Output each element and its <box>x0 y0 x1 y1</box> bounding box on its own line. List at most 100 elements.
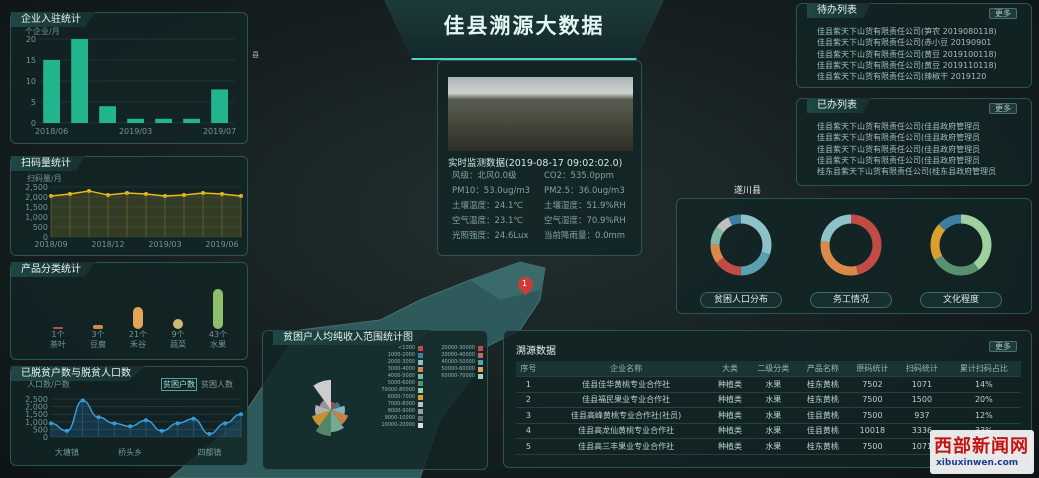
list-item[interactable]: 佳县紫天下山货有限责任公司(佳县政府管理员 <box>817 121 1025 132</box>
done-more-button[interactable]: 更多 <box>989 103 1017 114</box>
income-legend: <1000 1000-2000 2000-3000 3000-4000 4000-500… <box>367 345 487 467</box>
x-tick-label: 2019/06 <box>205 240 238 249</box>
poverty-panel: 已脱贫户数与脱贫人口数 人口数/户数 贫困户数 贫困人数 2,500 2,000 1… <box>10 366 248 466</box>
y-tick-label: 1,500 <box>25 203 48 212</box>
legend-swatch <box>418 346 423 351</box>
legend-swatch <box>478 360 483 365</box>
enterprise-panel: 企业入驻统计 个企业/月 20 15 10 5 0 2018/06 2019/03 2019/… <box>10 12 248 144</box>
legend-label: 50000-60000 <box>441 366 475 372</box>
region-label: 遂川县 <box>734 186 762 196</box>
table-cell: 2 <box>516 392 541 408</box>
list-item[interactable]: 佳县紫天下山货有限责任公司(笋农 2019080118) <box>817 26 1025 37</box>
donut-label[interactable]: 文化程度 <box>920 292 1002 308</box>
product-bar <box>173 319 183 329</box>
table-cell: 种植类 <box>711 376 749 393</box>
y-tick-label: 2,500 <box>25 183 48 192</box>
dashboard: 1 县 佳县溯源大数据 企业入驻统计 个企业/月 20 15 10 5 0 2018/06… <box>0 0 1039 478</box>
y-tick-label: 2,000 <box>25 193 48 202</box>
table-cell: 12% <box>946 407 1021 424</box>
table-row[interactable]: 2 佳县福民果业专业合作社 种植类 水果 桂东黄桃 7500 1500 20% <box>516 392 1021 408</box>
list-item[interactable]: 佳县紫天下山货有限责任公司(佳县政府管理员 <box>817 144 1025 155</box>
done-panel: 已办列表 更多 佳县紫天下山货有限责任公司(佳县政府管理员 佳县紫天下山货有限责任… <box>796 98 1032 186</box>
table-cell: 1071 <box>897 376 947 393</box>
product-bar <box>213 289 223 329</box>
x-tick-label: 2019/03 <box>119 127 152 136</box>
legend-swatch <box>478 346 483 351</box>
product-bar <box>133 307 143 329</box>
y-tick-label: 20 <box>26 35 36 44</box>
product-bars: 1个 茶叶 3个 豆腐 21个 禾谷 9个 蔬菜 43个 水果 <box>41 285 241 359</box>
table-cell: 佳县黄桃 <box>798 407 848 424</box>
table-row[interactable]: 1 佳县佳华黄桃专业合作社 种植类 水果 桂东黄桃 7502 1071 14% <box>516 376 1021 393</box>
traceability-more-button[interactable]: 更多 <box>989 341 1017 352</box>
panel-title: 企业入驻统计 <box>11 12 95 27</box>
table-cell: 7500 <box>847 407 898 424</box>
legend-label: 40000-50000 <box>441 359 475 365</box>
todo-more-button[interactable]: 更多 <box>989 8 1017 19</box>
list-item[interactable]: 佳县紫天下山货有限责任公司(佳县政府管理员 <box>817 132 1025 143</box>
product-name: 禾谷 <box>130 340 146 349</box>
list-item[interactable]: 佳县紫天下山货有限责任公司(黄豆 2019100118) <box>817 49 1025 60</box>
x-tick-label: 桥头乡 <box>118 447 142 457</box>
legend-swatch <box>418 381 423 386</box>
table-cell: 水果 <box>748 438 799 455</box>
list-item[interactable]: 佳县紫天下山货有限责任公司(黄豆 2019110118) <box>817 60 1025 71</box>
panel-title: 贫困户人均纯收入范围统计图 <box>273 330 431 345</box>
legend-label: 9000-10000 <box>384 415 415 421</box>
map-marker-label: 1 <box>522 279 528 288</box>
panel-title: 待办列表 <box>807 3 871 18</box>
monitor-reading: 土壤湿度：51.9%RH <box>544 201 626 211</box>
column-header: 二级分类 <box>748 361 799 377</box>
y-tick-label: 0 <box>43 433 48 442</box>
table-cell: 937 <box>897 407 947 424</box>
legend-swatch <box>418 367 423 372</box>
table-cell: 1 <box>516 376 541 393</box>
monitor-reading: 光照强度：24.6Lux <box>452 231 529 241</box>
table-cell: 桂东黄桃 <box>798 376 848 393</box>
monitor-reading: 空气湿度：70.9%RH <box>544 216 626 226</box>
column-header: 累计扫码占比 <box>946 361 1021 377</box>
panel-title: 扫码量统计 <box>11 156 85 171</box>
table-cell: 水果 <box>748 376 799 393</box>
legend-label: 20000-40000 <box>441 352 475 358</box>
donut-label[interactable]: 贫困人口分布 <box>700 292 782 308</box>
list-item[interactable]: 佳县紫天下山货有限责任公司(赤小豆 20190901 <box>817 37 1025 48</box>
table-cell: 佳县高龙仙黄桃专业合作社 <box>540 423 712 439</box>
table-cell: 佳县黄桃 <box>798 423 848 439</box>
legend-swatch <box>478 374 483 379</box>
product-name: 茶叶 <box>50 340 66 349</box>
legend-swatch <box>418 423 423 428</box>
donut-label[interactable]: 务工情况 <box>810 292 892 308</box>
table-cell: 种植类 <box>711 438 749 455</box>
legend-swatch <box>418 360 423 365</box>
donut-chart <box>930 214 992 276</box>
list-item[interactable]: 佳县紫天下山货有限责任公司(辣椒干 2019120 <box>817 71 1025 82</box>
table-cell: 桂东黄桃 <box>798 392 848 408</box>
monitor-reading: PM2.5：36.0ug/m3 <box>544 186 625 196</box>
todo-list: 佳县紫天下山货有限责任公司(笋农 2019080118) 佳县紫天下山货有限责任公… <box>817 26 1025 82</box>
income-rose-chart <box>311 380 349 436</box>
table-row[interactable]: 3 佳县高峰黄桃专业合作社(社员) 种植类 水果 佳县黄桃 7500 937 12% <box>516 407 1021 424</box>
legend-label: 5000-6000 <box>387 380 415 386</box>
camera-feed[interactable] <box>448 77 633 151</box>
table-cell: 水果 <box>748 407 799 424</box>
done-list: 佳县紫天下山货有限责任公司(佳县政府管理员 佳县紫天下山货有限责任公司(佳县政府管… <box>817 121 1025 177</box>
list-item[interactable]: 桂东县紫天下山货有限责任公司(桂东县政府管理员 <box>817 166 1025 177</box>
bar <box>99 106 116 123</box>
column-header: 序号 <box>516 361 541 377</box>
x-tick-label: 大塘镇 <box>55 447 79 457</box>
table-cell: 种植类 <box>711 423 749 439</box>
product-name: 蔬菜 <box>170 340 186 349</box>
x-tick-label: 2018/12 <box>91 240 124 249</box>
x-tick-label: 2018/09 <box>34 240 67 249</box>
table-cell: 佳县福民果业专业合作社 <box>540 392 712 408</box>
scan-panel: 扫码量统计 扫码量/月 2,500 2,000 1,500 1,000 500 0 2018… <box>10 156 248 256</box>
table-cell: 种植类 <box>711 407 749 424</box>
x-tick-label: 2019/03 <box>148 240 181 249</box>
monitor-reading: 空气温度：23.1℃ <box>452 216 523 226</box>
table-cell: 20% <box>946 392 1021 408</box>
monitor-reading: 风级：北风0.0级 <box>452 171 517 181</box>
panel-title: 产品分类统计 <box>11 262 95 277</box>
legend-label: 3000-4000 <box>387 366 415 372</box>
list-item[interactable]: 佳县紫天下山货有限责任公司(佳县政府管理员 <box>817 155 1025 166</box>
